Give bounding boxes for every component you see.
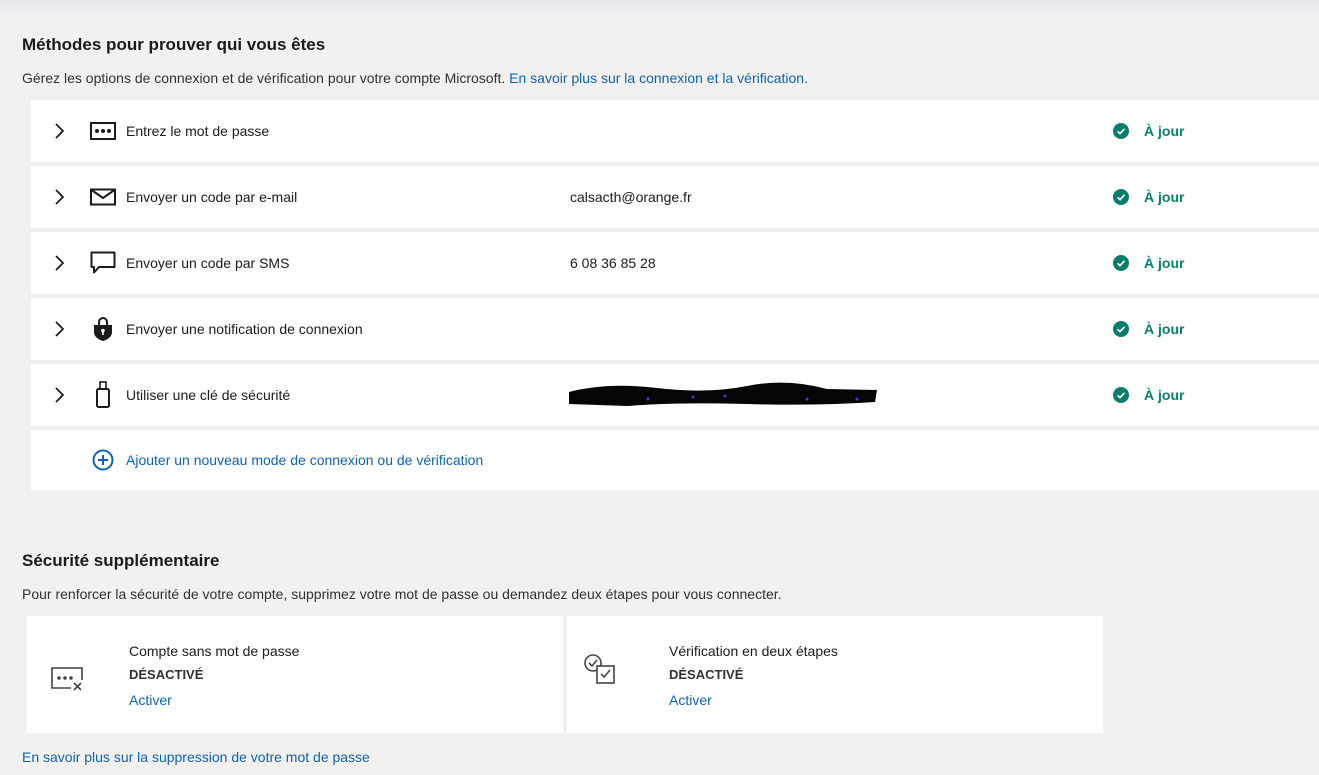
plus-circle-icon[interactable] <box>92 449 114 471</box>
chevron-right-icon[interactable] <box>49 187 69 207</box>
methods-section-description: Gérez les options de connexion et de vér… <box>22 70 808 86</box>
check-circle-icon <box>1113 387 1129 403</box>
add-method-link[interactable]: Ajouter un nouveau mode de connexion ou … <box>126 452 483 468</box>
method-row-notification[interactable]: Envoyer une notification de connexion À … <box>31 298 1319 360</box>
method-label: Entrez le mot de passe <box>126 123 270 139</box>
activate-passwordless-link[interactable]: Activer <box>129 692 172 708</box>
method-row-security-key[interactable]: Utiliser une clé de sécurité À jour <box>31 364 1319 426</box>
card-state: DÉSACTIVÉ <box>129 667 204 682</box>
top-shade <box>0 0 1319 16</box>
methods-section-title: Méthodes pour prouver qui vous êtes <box>22 35 326 54</box>
security-section-description: Pour renforcer la sécurité de votre comp… <box>22 586 782 602</box>
check-circle-icon <box>1113 321 1129 337</box>
status-badge: À jour <box>1113 123 1184 139</box>
card-state: DÉSACTIVÉ <box>669 667 744 682</box>
add-method-row[interactable]: Ajouter un nouveau mode de connexion ou … <box>31 430 1319 490</box>
status-badge: À jour <box>1113 255 1184 271</box>
status-text: À jour <box>1144 387 1185 403</box>
method-row-sms[interactable]: Envoyer un code par SMS 6 08 36 85 28 À … <box>31 232 1319 294</box>
chevron-right-icon[interactable] <box>49 253 69 273</box>
security-section-title: Sécurité supplémentaire <box>22 551 220 570</box>
method-label: Envoyer un code par e-mail <box>126 189 298 205</box>
methods-description-text: Gérez les options de connexion et de vér… <box>22 70 506 86</box>
redaction-scribble <box>569 382 877 406</box>
status-text: À jour <box>1144 321 1185 337</box>
learn-more-passwordless-link[interactable]: En savoir plus sur la suppression de vot… <box>22 749 370 765</box>
chevron-right-icon[interactable] <box>49 121 69 141</box>
method-value: calsacth@orange.fr <box>570 189 692 205</box>
check-circle-icon <box>1113 189 1129 205</box>
status-text: À jour <box>1144 123 1185 139</box>
status-badge: À jour <box>1113 387 1184 403</box>
usb-key-icon <box>88 380 118 410</box>
envelope-icon <box>88 182 118 212</box>
status-text: À jour <box>1144 255 1185 271</box>
method-row-email[interactable]: Envoyer un code par e-mail calsacth@oran… <box>31 166 1319 228</box>
learn-more-signin-link[interactable]: En savoir plus sur la connexion et la vé… <box>509 70 808 86</box>
method-row-password[interactable]: Entrez le mot de passe À jour <box>31 100 1319 162</box>
method-label: Envoyer un code par SMS <box>126 255 290 271</box>
methods-list: Entrez le mot de passe À jour Envoyer un… <box>31 100 1319 490</box>
passwordless-icon <box>51 667 83 691</box>
status-badge: À jour <box>1113 321 1184 337</box>
password-dots-icon <box>88 116 118 146</box>
card-title: Compte sans mot de passe <box>129 643 300 659</box>
passwordless-card: Compte sans mot de passe DÉSACTIVÉ Activ… <box>27 616 563 733</box>
status-badge: À jour <box>1113 189 1184 205</box>
security-cards: Compte sans mot de passe DÉSACTIVÉ Activ… <box>27 616 1107 733</box>
two-step-card: Vérification en deux étapes DÉSACTIVÉ Ac… <box>567 616 1103 733</box>
check-circle-icon <box>1113 123 1129 139</box>
chevron-right-icon[interactable] <box>49 385 69 405</box>
chevron-right-icon[interactable] <box>49 319 69 339</box>
card-title: Vérification en deux étapes <box>669 643 838 659</box>
two-step-verification-icon <box>584 654 615 684</box>
method-value: 6 08 36 85 28 <box>570 255 656 271</box>
activate-two-step-link[interactable]: Activer <box>669 692 712 708</box>
method-label: Utiliser une clé de sécurité <box>126 387 291 403</box>
chat-bubble-icon <box>88 248 118 278</box>
status-text: À jour <box>1144 189 1185 205</box>
check-circle-icon <box>1113 255 1129 271</box>
method-label: Envoyer une notification de connexion <box>126 321 363 337</box>
lock-shield-icon <box>88 314 118 344</box>
